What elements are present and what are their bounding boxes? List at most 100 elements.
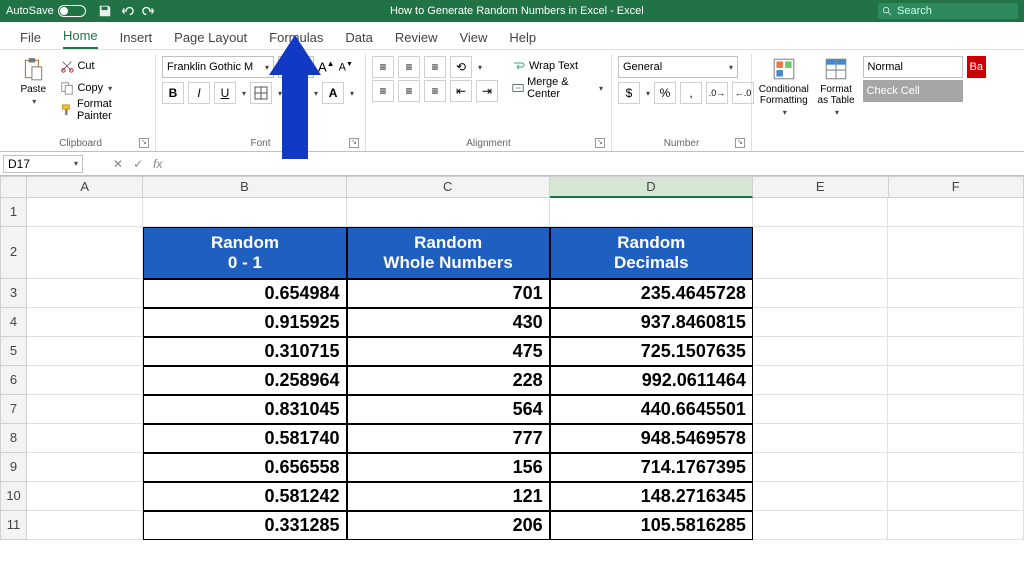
row-header[interactable]: 11 [0,511,27,540]
merge-center-button[interactable]: Merge & Center▾ [510,78,605,98]
cell[interactable] [753,198,889,227]
cell-random-01[interactable]: 0.581740 [143,424,346,453]
tab-page-layout[interactable]: Page Layout [174,26,247,49]
font-name-dropdown[interactable]: Franklin Gothic M▾ [162,56,274,78]
paste-button[interactable]: Paste▾ [12,56,54,106]
cell-random-whole[interactable]: 564 [347,395,550,424]
row-header[interactable]: 8 [0,424,27,453]
header-random-01[interactable]: Random 0 - 1 [143,227,346,279]
cell-style-normal[interactable]: Normal [863,56,963,78]
cell-random-whole[interactable]: 777 [347,424,550,453]
tab-view[interactable]: View [459,26,487,49]
cell[interactable] [27,482,143,511]
cell-style-bad[interactable]: Ba [967,56,986,78]
bold-button[interactable]: B [162,82,184,104]
tab-data[interactable]: Data [345,26,372,49]
tab-home[interactable]: Home [63,24,98,49]
header-random-decimals[interactable]: Random Decimals [550,227,753,279]
cell-random-decimal[interactable]: 148.2716345 [550,482,753,511]
cell-random-decimal[interactable]: 440.6645501 [550,395,753,424]
cell[interactable] [27,308,143,337]
cell-random-decimal[interactable]: 714.1767395 [550,453,753,482]
format-painter-button[interactable]: Format Painter [58,100,149,120]
cell[interactable] [27,511,143,540]
col-header-a[interactable]: A [27,176,143,198]
cell[interactable] [888,227,1024,279]
cell[interactable] [27,424,143,453]
cell[interactable] [753,366,889,395]
cell-random-01[interactable]: 0.258964 [143,366,346,395]
alignment-launcher-icon[interactable]: ↘ [595,138,605,148]
row-header[interactable]: 7 [0,395,27,424]
cell-random-01[interactable]: 0.654984 [143,279,346,308]
save-icon[interactable] [98,4,112,18]
cell[interactable] [888,482,1024,511]
cell[interactable] [753,308,889,337]
cell[interactable] [753,279,889,308]
cell-random-01[interactable]: 0.656558 [143,453,346,482]
row-header[interactable]: 6 [0,366,27,395]
underline-button[interactable]: U [214,82,236,104]
enter-icon[interactable]: ✓ [133,157,143,171]
font-color-button[interactable]: A [322,82,344,104]
cell[interactable] [347,198,550,227]
header-random-whole[interactable]: Random Whole Numbers [347,227,550,279]
undo-icon[interactable] [120,4,134,18]
select-all-triangle[interactable] [0,176,27,198]
cell[interactable] [143,198,346,227]
redo-icon[interactable] [142,4,156,18]
cell-random-01[interactable]: 0.331285 [143,511,346,540]
increase-indent-icon[interactable]: ⇥ [476,80,498,102]
cell[interactable] [27,227,143,279]
row-header[interactable]: 9 [0,453,27,482]
cell[interactable] [550,198,753,227]
cell-random-decimal[interactable]: 725.1507635 [550,337,753,366]
cell-random-decimal[interactable]: 992.0611464 [550,366,753,395]
borders-button[interactable] [250,82,272,104]
tab-insert[interactable]: Insert [120,26,153,49]
cell-random-whole[interactable]: 228 [347,366,550,395]
tab-formulas[interactable]: Formulas [269,26,323,49]
cell[interactable] [888,279,1024,308]
cell-random-decimal[interactable]: 105.5816285 [550,511,753,540]
conditional-formatting-button[interactable]: Conditional Formatting▾ [758,56,810,117]
cell-random-decimal[interactable]: 948.5469578 [550,424,753,453]
row-header[interactable]: 10 [0,482,27,511]
cell-random-whole[interactable]: 701 [347,279,550,308]
cell[interactable] [27,395,143,424]
cell-random-decimal[interactable]: 235.4645728 [550,279,753,308]
cell[interactable] [888,453,1024,482]
cell[interactable] [888,395,1024,424]
cell[interactable] [753,453,889,482]
decrease-indent-icon[interactable]: ⇤ [450,80,472,102]
cell[interactable] [753,511,889,540]
tab-review[interactable]: Review [395,26,438,49]
cell[interactable] [888,511,1024,540]
cell[interactable] [753,482,889,511]
currency-icon[interactable]: $ [618,82,640,104]
align-left-icon[interactable]: ≡ [372,80,394,102]
italic-button[interactable]: I [188,82,210,104]
col-header-f[interactable]: F [889,176,1024,198]
cell-random-decimal[interactable]: 937.8460815 [550,308,753,337]
cell-random-whole[interactable]: 475 [347,337,550,366]
wrap-text-button[interactable]: Wrap Text [510,56,605,76]
decrease-font-icon[interactable]: A▼ [339,61,353,74]
cell[interactable] [888,366,1024,395]
row-header[interactable]: 4 [0,308,27,337]
cell[interactable] [753,227,889,279]
cell[interactable] [888,198,1024,227]
autosave-toggle[interactable]: AutoSave [6,5,86,17]
name-box[interactable]: D17▾ [3,155,83,173]
cell[interactable] [27,279,143,308]
cell-random-01[interactable]: 0.310715 [143,337,346,366]
font-size-dropdown[interactable]: 11▾ [278,56,314,78]
cut-button[interactable]: Cut [58,56,149,76]
decrease-decimal-icon[interactable]: ←.0 [732,82,754,104]
increase-decimal-icon[interactable]: .0→ [706,82,728,104]
cell[interactable] [888,424,1024,453]
increase-font-icon[interactable]: A▲ [318,59,335,74]
format-as-table-button[interactable]: Format as Table▾ [814,56,859,117]
fx-icon[interactable]: fx [153,157,162,171]
cancel-icon[interactable]: ✕ [113,157,123,171]
